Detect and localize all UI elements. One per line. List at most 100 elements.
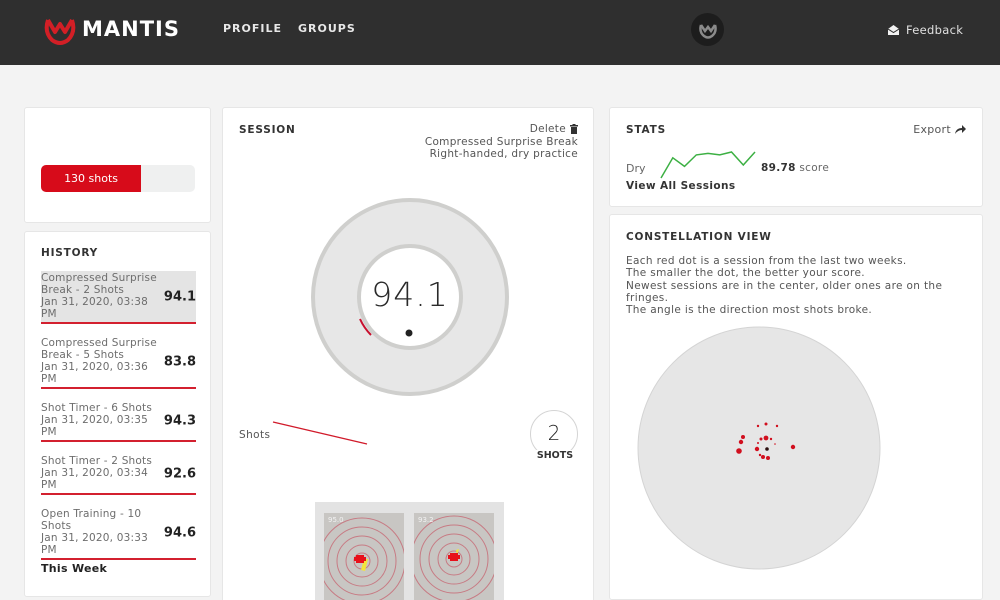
constellation-description-line: Newest sessions are in the center, older… xyxy=(626,279,943,304)
score-gauge: 94.1 xyxy=(310,197,510,397)
history-item-score: 94.3 xyxy=(163,413,196,428)
session-dot xyxy=(736,448,742,454)
session-dot xyxy=(758,453,762,457)
session-card: SESSION Delete Compressed Surprise Break… xyxy=(222,107,594,600)
session-dot xyxy=(741,435,745,439)
shot-count: 2 xyxy=(547,421,561,445)
constellation-description-line: Each red dot is a session from the last … xyxy=(626,255,907,267)
shot-count-caption: SHOTS xyxy=(531,450,579,461)
target-score-label: 95.0 xyxy=(328,516,344,524)
history-title: HISTORY xyxy=(41,247,99,259)
avatar-logo-icon xyxy=(698,23,717,39)
average-score: 89.78 score xyxy=(761,162,829,174)
constellation-description-line: The angle is the direction most shots br… xyxy=(626,304,873,317)
feedback-label: Feedback xyxy=(906,23,964,37)
history-item-date: Jan 31, 2020, 03:36 PM xyxy=(41,361,149,385)
history-item-date: Jan 31, 2020, 03:33 PM xyxy=(41,532,149,556)
history-item-date: Jan 31, 2020, 03:35 PM xyxy=(41,414,149,438)
history-item-name: Shot Timer - 6 Shots xyxy=(41,402,153,414)
top-nav: MANTIS PROFILE GROUPS Feedback xyxy=(0,0,1000,65)
history-item[interactable]: Shot Timer - 6 Shots Jan 31, 2020, 03:35… xyxy=(41,401,196,442)
average-score-unit: score xyxy=(799,162,830,174)
export-button[interactable]: Export xyxy=(913,123,966,136)
session-dot xyxy=(774,443,776,445)
view-all-sessions-link[interactable]: View All Sessions xyxy=(626,180,736,192)
export-label: Export xyxy=(913,123,951,136)
stats-mode: Dry xyxy=(626,162,646,175)
delete-session-button[interactable]: Delete xyxy=(530,123,578,136)
stats-title: STATS xyxy=(626,124,666,136)
shots-chart-label: Shots xyxy=(239,429,271,441)
shots-progress-fill: 130 shots xyxy=(41,165,142,192)
constellation-title: CONSTELLATION VIEW xyxy=(626,231,772,243)
history-item-score: 94.1 xyxy=(163,289,196,304)
history-item-date: Jan 31, 2020, 03:34 PM xyxy=(41,467,149,491)
session-dot xyxy=(790,444,796,450)
shot-target-1[interactable]: 95.0 xyxy=(324,513,404,600)
target-rings-icon xyxy=(324,517,404,600)
history-item-name: Open Training - 10 Shots xyxy=(41,508,142,532)
trash-icon xyxy=(570,124,578,135)
center-dot xyxy=(765,447,769,451)
constellation-card: CONSTELLATION VIEW Each red dot is a ses… xyxy=(609,214,983,600)
shot-marker xyxy=(405,329,413,337)
history-item-score: 83.8 xyxy=(163,354,196,369)
score-sparkline xyxy=(660,151,756,179)
session-meta: Delete Compressed Surprise Break Right-h… xyxy=(425,123,578,161)
history-item-name: Compressed Surprise Break - 5 Shots xyxy=(41,337,157,361)
session-dot xyxy=(775,424,779,428)
history-item[interactable]: Compressed Surprise Break - 2 Shots Jan … xyxy=(41,271,196,324)
history-card: HISTORY Compressed Surprise Break - 2 Sh… xyxy=(24,231,211,597)
history-item-score: 92.6 xyxy=(163,466,196,481)
session-drill-name: Compressed Surprise Break xyxy=(424,135,578,148)
constellation-description-line: The smaller the dot, the better your sco… xyxy=(626,267,865,280)
shot-hit-marker xyxy=(448,553,460,561)
shot-target-2[interactable]: 93.2 xyxy=(414,513,494,600)
shots-summary-card: 130 shots xyxy=(24,107,211,223)
history-list: Compressed Surprise Break - 2 Shots Jan … xyxy=(41,271,196,572)
session-details: Right-handed, dry practice xyxy=(429,148,578,160)
constellation-disc xyxy=(637,326,881,570)
session-dot xyxy=(759,437,763,441)
user-avatar[interactable] xyxy=(691,13,724,46)
session-dot xyxy=(763,435,769,441)
sparkline-path xyxy=(660,151,756,179)
history-item-date: Jan 31, 2020, 03:38 PM xyxy=(41,296,149,320)
brand-name: MANTIS xyxy=(82,17,180,41)
session-dot xyxy=(766,456,770,460)
history-item-score: 94.6 xyxy=(163,525,196,540)
delete-label: Delete xyxy=(529,123,566,135)
feedback-button[interactable]: Feedback xyxy=(888,23,963,37)
envelope-open-icon xyxy=(888,25,899,35)
history-item-name: Shot Timer - 2 Shots xyxy=(41,455,153,467)
session-dot xyxy=(738,439,744,445)
constellation-description: Each red dot is a session from the last … xyxy=(626,255,971,316)
logo[interactable]: MANTIS xyxy=(42,12,180,46)
session-title: SESSION xyxy=(239,124,296,136)
nav-link-groups[interactable]: GROUPS xyxy=(298,22,356,35)
session-dot xyxy=(754,446,760,452)
target-score-label: 93.2 xyxy=(418,516,434,524)
nav-link-profile[interactable]: PROFILE xyxy=(223,22,282,35)
history-item-name: Compressed Surprise Break - 2 Shots xyxy=(41,272,157,296)
session-dot xyxy=(764,422,768,426)
session-dot xyxy=(756,424,760,428)
this-week-heading[interactable]: This Week xyxy=(41,562,107,575)
history-item[interactable]: Shot Timer - 2 Shots Jan 31, 2020, 03:34… xyxy=(41,454,196,495)
shots-progress-bar[interactable]: 130 shots xyxy=(41,165,195,192)
session-dot xyxy=(769,437,773,441)
average-score-value: 89.78 xyxy=(761,162,796,174)
shots-progress-label: 130 shots xyxy=(64,172,119,185)
stats-card: STATS Export Dry 89.78 score View All Se… xyxy=(609,107,983,207)
session-dot xyxy=(761,455,765,459)
share-arrow-icon xyxy=(955,125,966,134)
shots-trace-line xyxy=(272,421,368,445)
history-item[interactable]: Compressed Surprise Break - 5 Shots Jan … xyxy=(41,336,196,389)
session-dot xyxy=(757,442,759,444)
shot-targets: 95.0 93.2 xyxy=(315,502,504,600)
session-score: 94.1 xyxy=(371,275,449,314)
target-rings-icon xyxy=(414,515,494,600)
constellation-plot[interactable] xyxy=(636,325,882,571)
mantis-logo-icon xyxy=(44,18,76,45)
history-item[interactable]: Open Training - 10 Shots Jan 31, 2020, 0… xyxy=(41,507,196,560)
